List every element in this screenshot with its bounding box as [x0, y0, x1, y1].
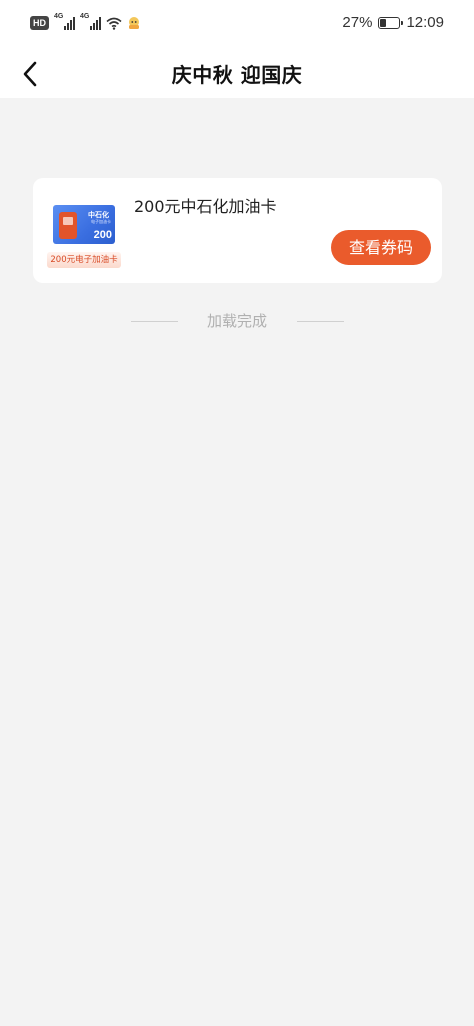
divider — [297, 321, 344, 322]
status-right-icons: 27% 12:09 — [342, 14, 444, 31]
signal-icon: 4G — [80, 13, 101, 30]
nav-bar: 庆中秋 迎国庆 — [0, 52, 474, 98]
signal-icon: 4G — [54, 13, 75, 30]
battery-icon — [378, 16, 404, 29]
network-type-label: 4G — [80, 13, 90, 20]
status-left-icons: HD 4G 4G — [30, 13, 141, 30]
app-notification-icon — [129, 17, 139, 29]
wifi-icon — [106, 17, 122, 30]
hd-icon: HD — [30, 16, 49, 30]
thumbnail-amount: 200 — [93, 229, 112, 241]
load-complete-text: 加载完成 — [206, 312, 267, 330]
gas-card-thumbnail: 中石化 电子加油卡 200 — [53, 205, 115, 244]
status-bar: HD 4G 4G 27% 12:09 — [0, 0, 474, 52]
thumbnail-subtitle: 电子加油卡 — [91, 219, 111, 224]
load-complete-footer: 加载完成 — [0, 310, 474, 334]
coupon-card[interactable]: 中石化 电子加油卡 200 200元电子加油卡 200元中石化加油卡 查看券码 — [33, 178, 442, 283]
coupon-name: 200元中石化加油卡 — [134, 197, 277, 216]
clock: 12:09 — [406, 14, 444, 31]
network-type-label: 4G — [54, 13, 64, 20]
battery-percent: 27% — [342, 14, 373, 31]
page-title: 庆中秋 迎国庆 — [171, 63, 303, 87]
view-code-button[interactable]: 查看券码 — [331, 230, 431, 265]
thumbnail-tag: 200元电子加油卡 — [47, 252, 121, 268]
fuel-pump-icon — [59, 212, 77, 239]
